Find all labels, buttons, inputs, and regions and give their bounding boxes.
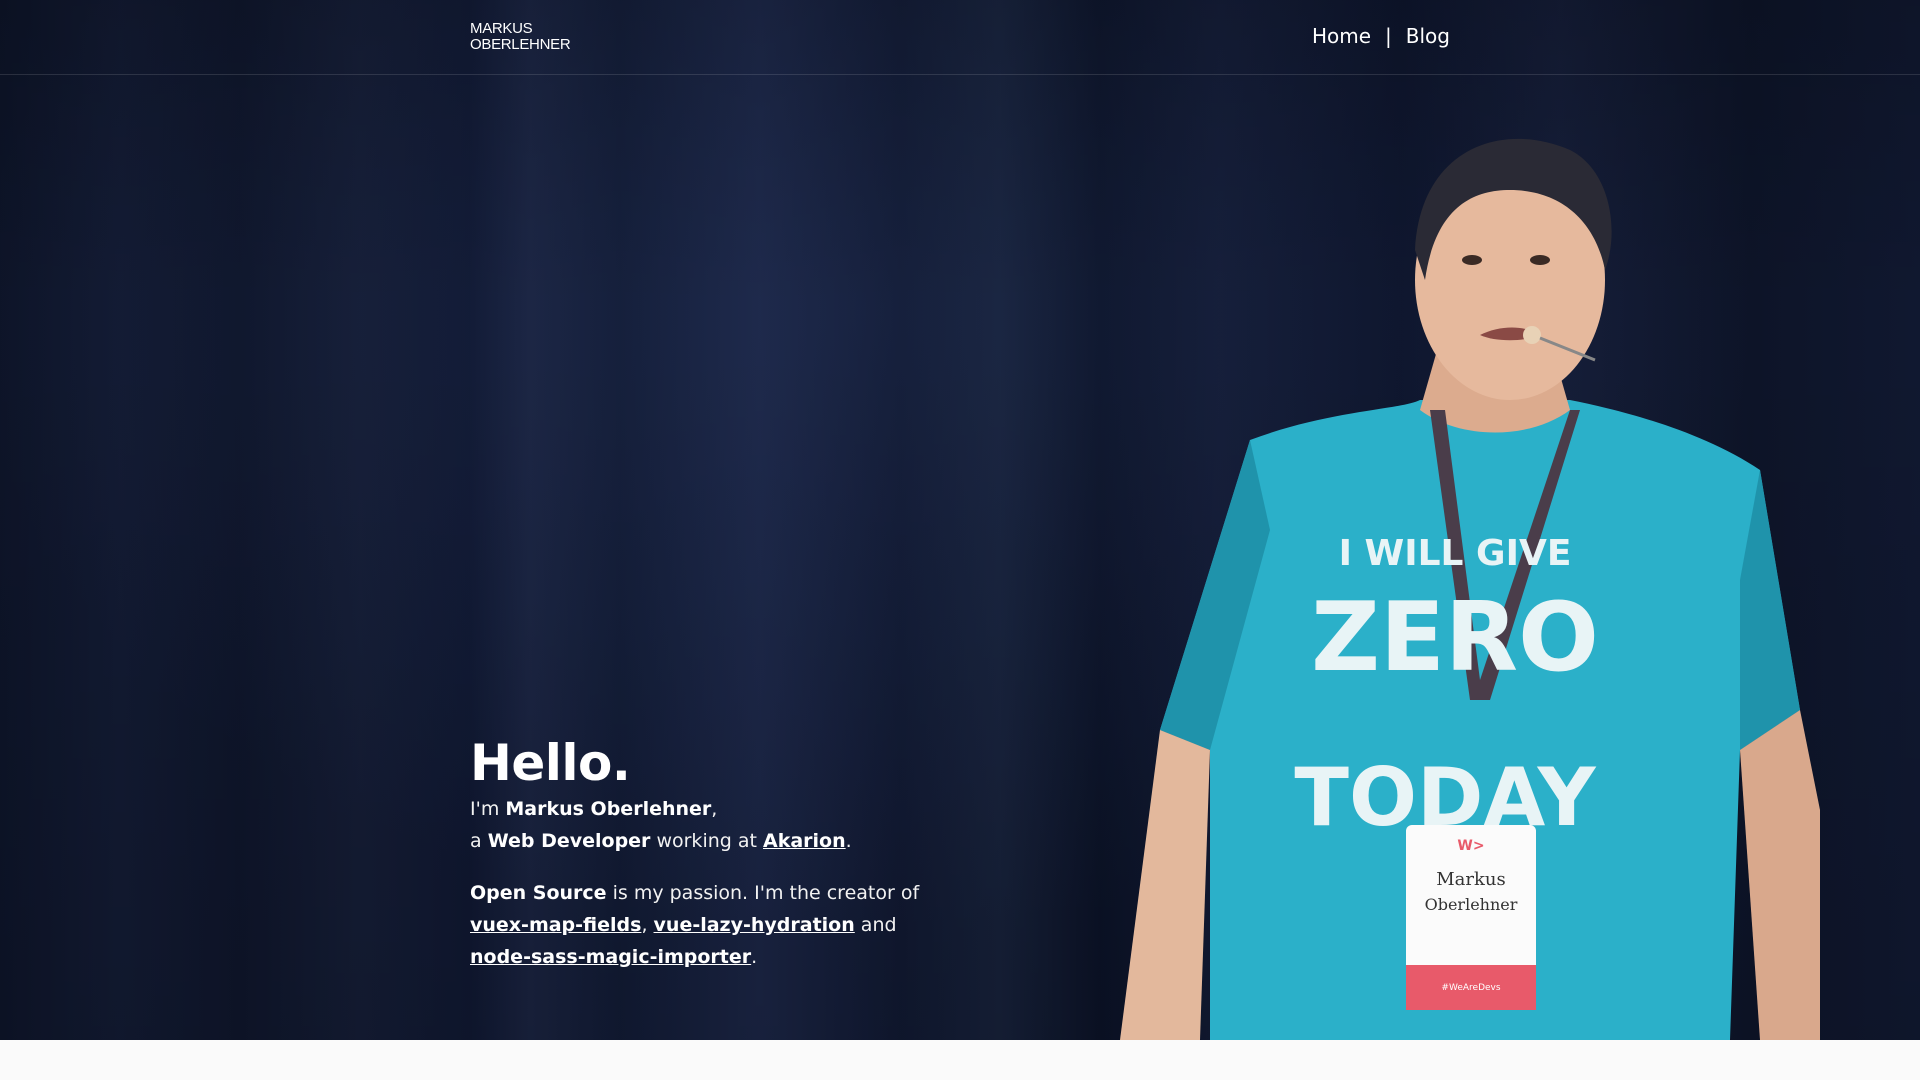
top-navigation-bar: MARKUS OBERLEHNER Home | Blog [0, 0, 1920, 75]
and-text: and [854, 914, 897, 936]
intro-suffix: , [711, 798, 718, 820]
intro-prefix: I'm [470, 798, 506, 820]
role-prefix: a [470, 830, 488, 852]
logo-line-last-name: OBERLEHNER [470, 36, 571, 53]
hero-section: MARKUS OBERLEHNER Home | Blog I WILL GIV… [0, 0, 1920, 1040]
open-source-label: Open Source [470, 882, 607, 904]
logo-line-first-name: MARKUS [470, 20, 533, 37]
open-source-paragraph: Open Source is my passion. I'm the creat… [470, 877, 930, 973]
badge-logo: W> [1457, 838, 1484, 854]
role-middle: working at [650, 830, 763, 852]
shirt-print-line2: ZERO [1311, 583, 1599, 693]
nav-separator: | [1385, 24, 1392, 48]
badge-footer: #WeAreDevs [1441, 983, 1500, 993]
badge-name-last: Oberlehner [1425, 895, 1518, 914]
badge-name-first: Markus [1436, 869, 1506, 890]
left-arm-shape [1120, 730, 1210, 1040]
project-link-node-sass-magic-importer[interactable]: node-sass-magic-importer [470, 946, 751, 968]
intro-line-role: a Web Developer working at Akarion. [470, 825, 930, 857]
open-source-text: is my passion. I'm the creator of [606, 882, 920, 904]
comma: , [641, 914, 654, 936]
nav-link-home[interactable]: Home [1312, 24, 1371, 48]
author-name: Markus Oberlehner [505, 798, 712, 820]
microphone-icon [1523, 326, 1541, 344]
intro-line-name: I'm Markus Oberlehner, [470, 793, 930, 825]
intro-text-block: Hello. I'm Markus Oberlehner, a Web Deve… [470, 733, 930, 973]
right-arm-shape [1740, 710, 1820, 1040]
speaker-photo: I WILL GIVE ZERO TODAY W> Markus Oberleh… [1120, 138, 1820, 1040]
nav-link-blog[interactable]: Blog [1406, 24, 1450, 48]
role-suffix: . [845, 830, 852, 852]
main-nav: Home | Blog [1312, 24, 1450, 48]
shirt-print-line1: I WILL GIVE [1339, 533, 1572, 574]
project-link-vue-lazy-hydration[interactable]: vue-lazy-hydration [654, 914, 855, 936]
site-logo[interactable]: MARKUS OBERLEHNER [470, 20, 571, 53]
period: . [751, 946, 758, 968]
project-link-vuex-map-fields[interactable]: vuex-map-fields [470, 914, 641, 936]
page-content-start [0, 1040, 1920, 1080]
company-link[interactable]: Akarion [763, 830, 846, 852]
hero-greeting: Hello. [470, 734, 631, 792]
author-role: Web Developer [487, 830, 651, 852]
